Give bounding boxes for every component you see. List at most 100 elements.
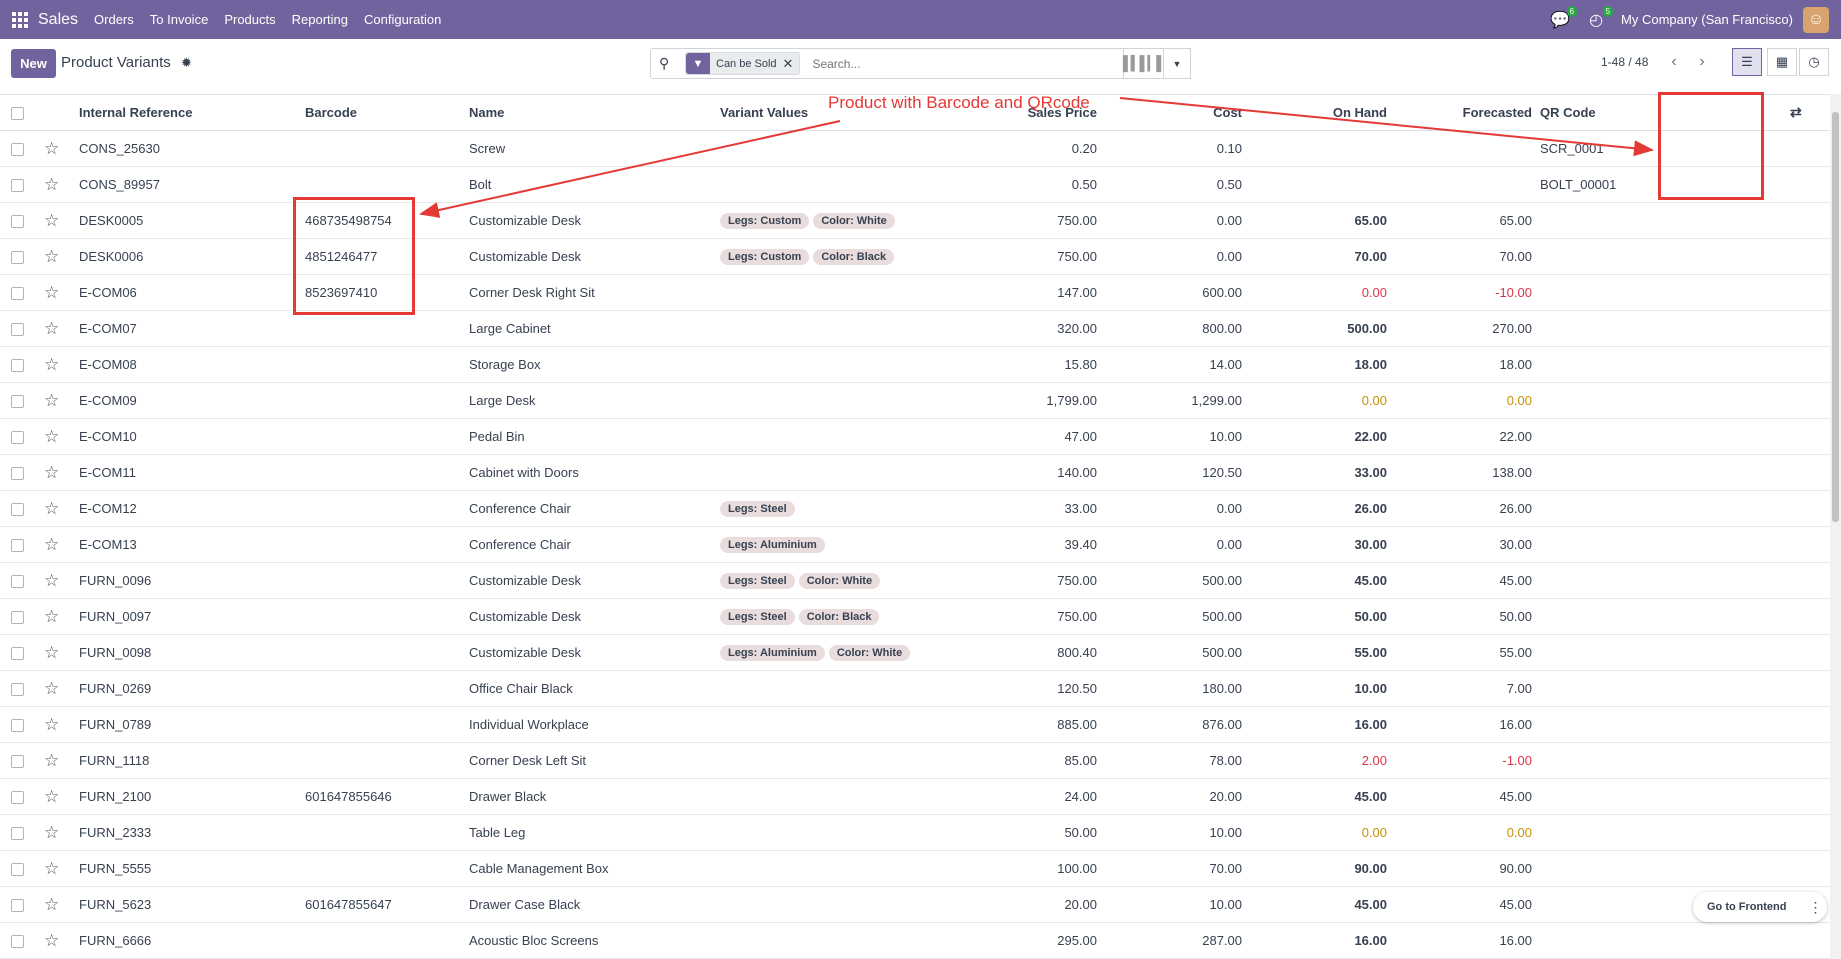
row-checkbox[interactable] [11,395,24,409]
menu-orders[interactable]: Orders [94,12,134,27]
table-row[interactable]: ☆ DESK0006 4851246477 Customizable Desk Legs… [0,238,1830,275]
table-row[interactable]: ☆ FURN_0098 Customizable Desk Legs: Alumini… [0,634,1830,671]
row-checkbox[interactable] [11,179,24,193]
close-icon[interactable]: ✕ [783,56,800,72]
app-name[interactable]: Sales [38,11,78,29]
table-row[interactable]: ☆ FURN_6666 Acoustic Bloc Screens 295.00 287… [0,922,1830,959]
col-internal-reference[interactable]: Internal Reference [79,94,305,131]
star-icon[interactable]: ☆ [44,355,59,374]
row-checkbox[interactable] [11,323,24,337]
row-checkbox[interactable] [11,611,24,625]
table-row[interactable]: ☆ E-COM07 Large Cabinet 320.00 800.00 500.00 2… [0,310,1830,347]
row-checkbox[interactable] [11,827,24,841]
table-row[interactable]: ☆ FURN_2333 Table Leg 50.00 10.00 0.00 0.00 [0,814,1830,851]
row-checkbox[interactable] [11,143,24,157]
col-forecasted[interactable]: Forecasted [1387,94,1532,131]
scrollbar[interactable] [1830,94,1841,959]
row-checkbox[interactable] [11,899,24,913]
row-checkbox[interactable] [11,359,24,373]
menu-products[interactable]: Products [224,12,275,27]
star-icon[interactable]: ☆ [44,895,59,914]
star-icon[interactable]: ☆ [44,643,59,662]
activities-icon[interactable]: ◴ 5 [1585,5,1614,30]
star-icon[interactable]: ☆ [44,607,59,626]
table-row[interactable]: ☆ FURN_0097 Customizable Desk Legs: Steel Co… [0,598,1830,635]
row-checkbox[interactable] [11,287,24,301]
scroll-thumb[interactable] [1832,112,1839,522]
table-row[interactable]: ☆ E-COM12 Conference Chair Legs: Steel 33.00… [0,490,1830,527]
row-checkbox[interactable] [11,539,24,553]
star-icon[interactable]: ☆ [44,679,59,698]
row-checkbox[interactable] [11,431,24,445]
row-checkbox[interactable] [11,251,24,265]
star-icon[interactable]: ☆ [44,859,59,878]
row-checkbox[interactable] [11,215,24,229]
menu-to-invoice[interactable]: To Invoice [150,12,209,27]
column-settings-icon[interactable]: ⇄ [1790,104,1802,120]
row-checkbox[interactable] [11,467,24,481]
pager-value[interactable]: 1-48 / 48 [1601,55,1648,69]
star-icon[interactable]: ☆ [44,319,59,338]
row-checkbox[interactable] [11,647,24,661]
table-row[interactable]: ☆ CONS_25630 Screw 0.20 0.10 SCR_0001 [0,130,1830,167]
table-row[interactable]: ☆ CONS_89957 Bolt 0.50 0.50 BOLT_00001 [0,166,1830,203]
star-icon[interactable]: ☆ [44,535,59,554]
gear-icon[interactable]: ✹ [181,55,192,71]
col-on-hand[interactable]: On Hand [1242,94,1387,131]
table-row[interactable]: ☆ E-COM11 Cabinet with Doors 140.00 120.50 33… [0,454,1830,491]
star-icon[interactable]: ☆ [44,283,59,302]
table-row[interactable]: ☆ FURN_2100 601647855646 Drawer Black 24.00 2… [0,778,1830,815]
col-cost[interactable]: Cost [1097,94,1242,131]
table-row[interactable]: ☆ FURN_0269 Office Chair Black 120.50 180.00… [0,670,1830,707]
row-checkbox[interactable] [11,683,24,697]
star-icon[interactable]: ☆ [44,751,59,770]
table-row[interactable]: ☆ DESK0005 468735498754 Customizable Desk Le… [0,202,1830,239]
table-row[interactable]: ☆ E-COM10 Pedal Bin 47.00 10.00 22.00 22.00 [0,418,1830,455]
new-button[interactable]: New [11,49,56,78]
star-icon[interactable]: ☆ [44,823,59,842]
chevron-left-icon[interactable]: ‹ [1662,49,1686,75]
go-to-frontend-button[interactable]: Go to Frontend ⋮ [1693,892,1827,922]
star-icon[interactable]: ☆ [44,247,59,266]
col-name[interactable]: Name [469,94,720,131]
chevron-down-icon[interactable]: ▼ [1163,48,1191,79]
chevron-right-icon[interactable]: › [1690,49,1714,75]
star-icon[interactable]: ☆ [44,211,59,230]
apps-menu-icon[interactable] [12,11,28,28]
row-checkbox[interactable] [11,935,24,949]
table-row[interactable]: ☆ E-COM08 Storage Box 15.80 14.00 18.00 18.00 [0,346,1830,383]
table-row[interactable]: ☆ FURN_0789 Individual Workplace 885.00 876.… [0,706,1830,743]
row-checkbox[interactable] [11,719,24,733]
kebab-icon[interactable]: ⋮ [1808,899,1822,916]
avatar[interactable]: ☺ [1803,6,1829,33]
table-row[interactable]: ☆ FURN_0096 Customizable Desk Legs: Steel Co… [0,562,1830,599]
search-icon[interactable]: ⚲ [659,55,679,72]
menu-configuration[interactable]: Configuration [364,12,441,27]
menu-reporting[interactable]: Reporting [292,12,348,27]
star-icon[interactable]: ☆ [44,427,59,446]
table-row[interactable]: ☆ FURN_5555 Cable Management Box 100.00 70.0… [0,850,1830,887]
star-icon[interactable]: ☆ [44,175,59,194]
activity-view-icon[interactable]: ◷ [1799,48,1829,76]
row-checkbox[interactable] [11,575,24,589]
barcode-icon[interactable]: ▌▍▌▎▌ [1123,48,1166,79]
star-icon[interactable]: ☆ [44,715,59,734]
search-input[interactable] [810,55,1115,72]
table-row[interactable]: ☆ FURN_5623 601647855647 Drawer Case Black 2… [0,886,1830,923]
table-row[interactable]: ☆ E-COM09 Large Desk 1,799.00 1,299.00 0.00 0.… [0,382,1830,419]
row-checkbox[interactable] [11,755,24,769]
messages-icon[interactable]: 💬 6 [1549,5,1578,30]
table-row[interactable]: ☆ E-COM06 8523697410 Corner Desk Right Sit 1… [0,274,1830,311]
table-row[interactable]: ☆ FURN_1118 Corner Desk Left Sit 85.00 78.00… [0,742,1830,779]
col-barcode[interactable]: Barcode [305,94,469,131]
company-switcher[interactable]: My Company (San Francisco) [1621,12,1793,27]
star-icon[interactable]: ☆ [44,787,59,806]
row-checkbox[interactable] [11,503,24,517]
select-all-checkbox[interactable] [11,106,24,120]
row-checkbox[interactable] [11,791,24,805]
list-view-icon[interactable]: ☰ [1732,48,1762,76]
star-icon[interactable]: ☆ [44,139,59,158]
row-checkbox[interactable] [11,863,24,877]
table-row[interactable]: ☆ E-COM13 Conference Chair Legs: Aluminium 3… [0,526,1830,563]
star-icon[interactable]: ☆ [44,499,59,518]
